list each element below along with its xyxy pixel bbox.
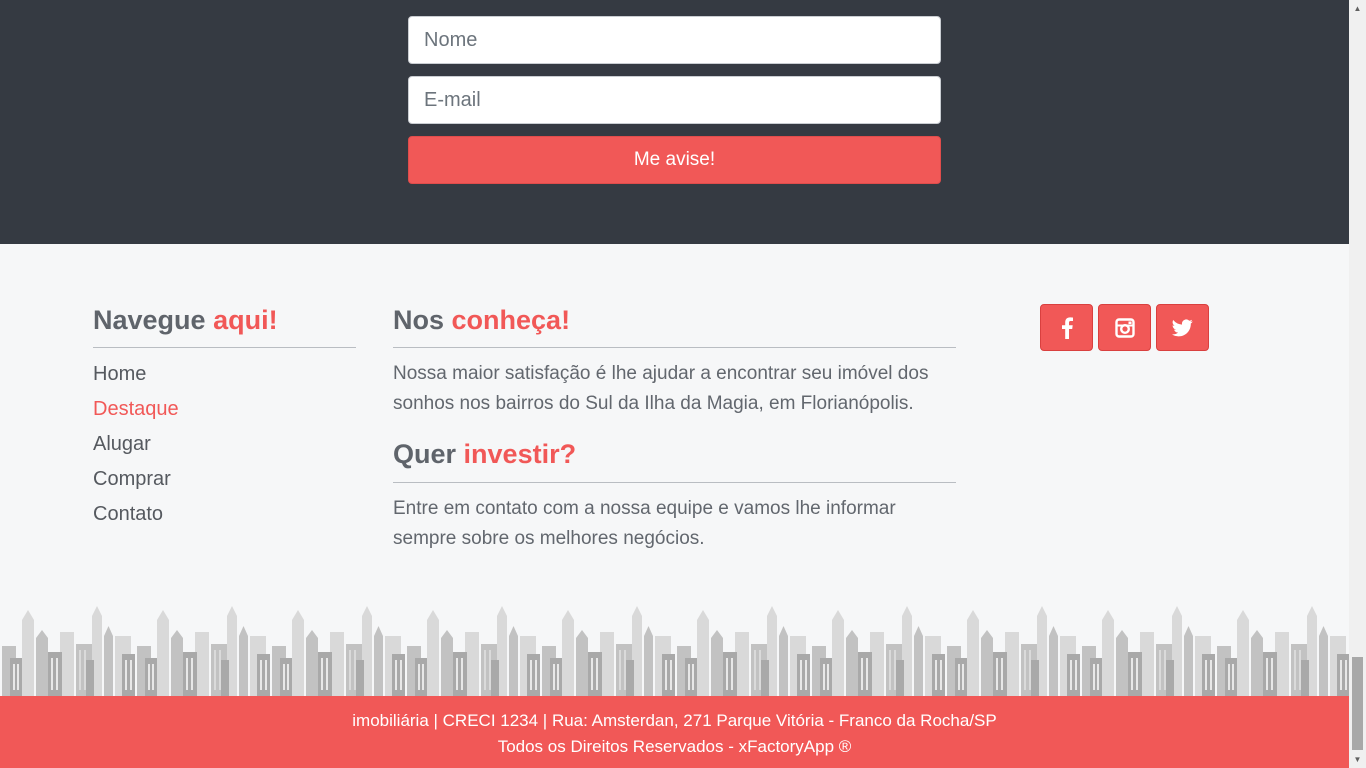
footer-address: imobiliária | CRECI 1234 | Rua: Amsterda… [352,711,997,730]
navigate-divider [93,347,356,348]
nav-item-comprar[interactable]: Comprar [93,465,179,500]
nav-item-alugar[interactable]: Alugar [93,430,179,465]
navigate-heading: Navegue aqui! [93,305,278,336]
nav-item-home[interactable]: Home [93,360,179,395]
about-heading-accent: conheça! [451,305,571,335]
nav-item-contato[interactable]: Contato [93,500,179,535]
scroll-up-arrow-icon[interactable]: ▲ [1349,0,1366,17]
nav-item-destaque[interactable]: Destaque [93,395,179,430]
invest-heading: Quer investir? [393,439,576,470]
email-input[interactable] [408,76,941,124]
facebook-button[interactable] [1040,304,1093,351]
navigate-heading-accent: aqui! [213,305,278,335]
footer-bar: imobiliária | CRECI 1234 | Rua: Amsterda… [0,696,1349,768]
about-heading: Nos conheça! [393,305,570,336]
newsletter-section: Me avise! [0,0,1349,244]
about-divider [393,347,956,348]
footer-copyright: Todos os Direitos Reservados - xFactoryA… [497,737,852,756]
facebook-icon [1061,316,1073,339]
about-heading-plain: Nos [393,305,445,335]
notify-button[interactable]: Me avise! [408,136,941,184]
invest-heading-plain: Quer [393,439,457,469]
city-skyline-illustration [0,606,1349,696]
instagram-button[interactable] [1098,304,1151,351]
page-scrollbar[interactable]: ▲ ▼ [1349,0,1366,768]
instagram-icon [1114,317,1135,338]
navigate-heading-plain: Navegue [93,305,206,335]
invest-divider [393,482,956,483]
invest-heading-accent: investir? [463,439,577,469]
scroll-down-arrow-icon[interactable]: ▼ [1349,751,1366,768]
twitter-button[interactable] [1156,304,1209,351]
name-input[interactable] [408,16,941,64]
scrollbar-thumb[interactable] [1352,657,1363,750]
twitter-icon [1172,318,1193,336]
invest-text: Entre em contato com a nossa equipe e va… [393,498,896,549]
footer-nav: Home Destaque Alugar Comprar Contato [93,360,179,535]
about-text: Nossa maior satisfação é lhe ajudar a en… [393,363,929,414]
